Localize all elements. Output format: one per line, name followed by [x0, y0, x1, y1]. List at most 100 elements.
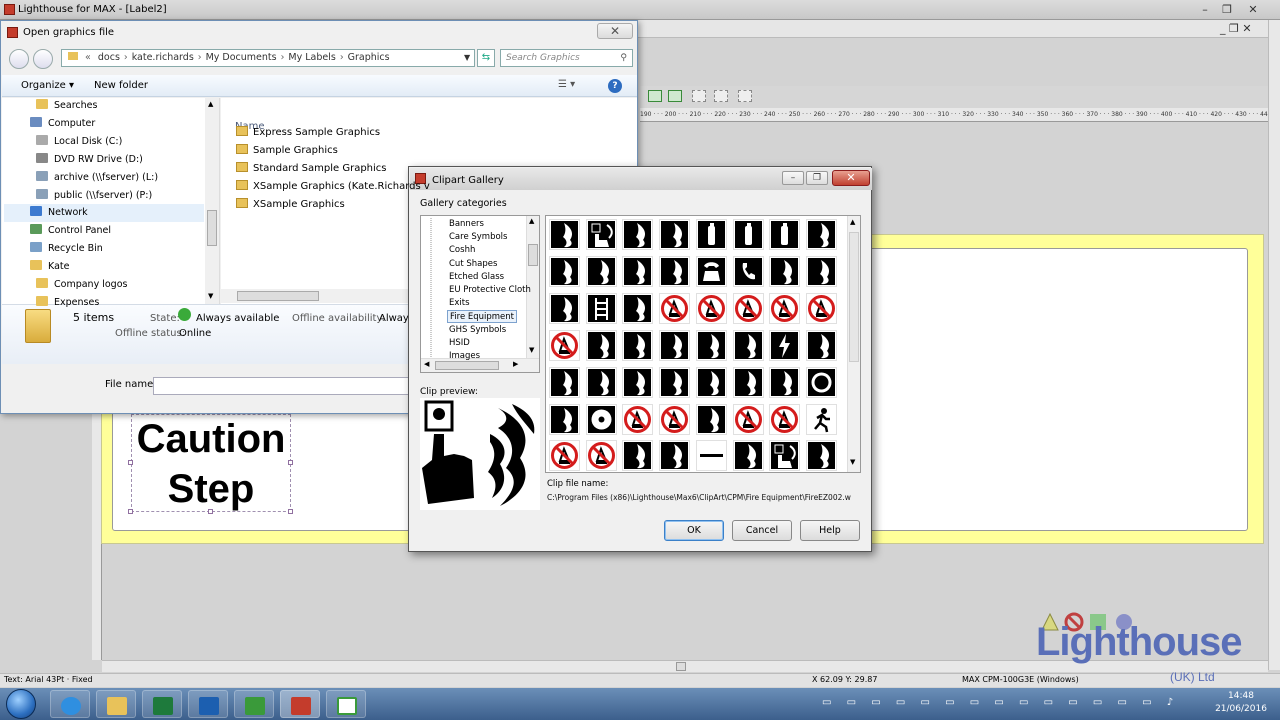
nav-item[interactable]: Local Disk (C:)	[36, 133, 122, 151]
help-icon[interactable]: ?	[608, 79, 622, 93]
resize-handle[interactable]	[288, 509, 293, 514]
extinguisher-icon[interactable]	[769, 219, 801, 250]
category-item[interactable]: EU Protective Cloth	[449, 284, 531, 297]
resize-handle[interactable]	[128, 460, 133, 465]
file-name-input[interactable]	[153, 377, 413, 395]
fire-alarm-burst-icon[interactable]	[769, 255, 801, 287]
file-explorer-icon[interactable]	[96, 690, 136, 718]
internet-explorer-icon[interactable]	[50, 690, 90, 718]
distribute-icon[interactable]	[714, 90, 728, 102]
exit-runner-icon[interactable]	[805, 403, 837, 435]
fire-spark-icon[interactable]	[622, 440, 654, 472]
ungroup-icon[interactable]	[668, 90, 682, 102]
nav-item[interactable]: Expenses	[36, 294, 99, 312]
fire-alarm-flame-icon[interactable]	[622, 219, 654, 250]
hose-nozzle-icon[interactable]	[659, 366, 691, 398]
nav-item[interactable]: Computer	[30, 115, 95, 133]
class-b-icon[interactable]	[622, 329, 654, 361]
file-list-item[interactable]: XSample Graphics (Kate.Richards v	[236, 178, 430, 196]
fireball-icon[interactable]	[659, 440, 691, 472]
flame-icon[interactable]	[549, 219, 580, 250]
outlook-icon[interactable]	[188, 690, 228, 718]
file-list-item[interactable]: Sample Graphics	[236, 142, 338, 160]
alarm-bell-icon[interactable]	[585, 366, 617, 398]
pipe-icon[interactable]	[695, 440, 727, 472]
nav-item[interactable]: Searches	[36, 97, 97, 115]
address-bar[interactable]: « docs › kate.richards › My Documents › My Lab…	[61, 49, 475, 67]
hand-press-icon[interactable]	[769, 440, 801, 472]
no-entry-fire-icon[interactable]	[549, 440, 580, 472]
scroll-down-icon[interactable]: ▼	[208, 292, 213, 300]
sprinkler-icon[interactable]	[549, 366, 580, 398]
telephone-icon[interactable]	[695, 255, 727, 287]
black-disc-icon[interactable]	[805, 366, 837, 398]
navigation-scrollbar[interactable]: ▲ ▼	[205, 98, 219, 304]
breadcrumb-item[interactable]: My Documents	[206, 52, 277, 63]
close-icon[interactable]: ✕	[832, 170, 870, 186]
scroll-up-icon[interactable]: ▲	[529, 217, 534, 225]
close-icon[interactable]: ✕	[597, 23, 633, 39]
flame-icon[interactable]	[622, 292, 654, 324]
fire-point-icon[interactable]	[805, 255, 837, 287]
running-fire-icon[interactable]	[769, 403, 801, 435]
no-smoking-icon[interactable]	[659, 292, 691, 324]
size-icon[interactable]	[738, 90, 752, 102]
resize-handle[interactable]	[128, 509, 133, 514]
minimize-icon[interactable]: –	[1196, 3, 1214, 17]
horn-icon[interactable]	[695, 366, 727, 398]
category-item[interactable]: Images	[449, 350, 480, 363]
camtasia-icon[interactable]	[234, 690, 274, 718]
resize-handle[interactable]	[288, 460, 293, 465]
breadcrumb-item[interactable]: Graphics	[348, 52, 390, 63]
cancel-button[interactable]: Cancel	[732, 520, 792, 541]
extinguisher-icon[interactable]	[732, 219, 764, 250]
new-folder-button[interactable]: New folder	[94, 80, 148, 91]
scroll-thumb[interactable]	[676, 662, 686, 671]
extinguisher-icon[interactable]	[695, 219, 727, 250]
foam-icon[interactable]	[805, 329, 837, 361]
nav-item[interactable]: public (\\fserver) (P:)	[36, 187, 152, 205]
nav-item[interactable]: DVD RW Drive (D:)	[36, 151, 143, 169]
maximize-icon[interactable]: ❐	[1218, 3, 1236, 17]
class-d-icon[interactable]	[695, 329, 727, 361]
no-fire-icon[interactable]	[769, 292, 801, 324]
breadcrumb-item[interactable]: docs	[98, 52, 120, 63]
scroll-thumb[interactable]	[207, 210, 217, 246]
breadcrumb-item[interactable]: My Labels	[288, 52, 335, 63]
no-flame-fire-icon[interactable]	[805, 292, 837, 324]
minimize-icon[interactable]: –	[782, 171, 804, 185]
scroll-thumb[interactable]	[528, 244, 538, 266]
hose-reel-icon[interactable]	[805, 219, 837, 250]
lighthouse-icon[interactable]	[280, 690, 320, 718]
hose-coil-icon[interactable]	[622, 255, 654, 287]
search-input[interactable]: Search Graphics ⚲	[500, 49, 633, 67]
nav-item[interactable]: Kate	[30, 258, 69, 276]
no-sparks-icon[interactable]	[732, 292, 764, 324]
fire-blanket-disc-icon[interactable]	[769, 366, 801, 398]
excel-icon[interactable]	[142, 690, 182, 718]
nav-item[interactable]: Network	[4, 204, 204, 223]
no-running-icon[interactable]	[732, 403, 764, 435]
phone-handset-icon[interactable]	[732, 255, 764, 287]
class-a-icon[interactable]	[585, 329, 617, 361]
group-icon[interactable]	[648, 90, 662, 102]
view-options-icon[interactable]: ☰ ▾	[558, 79, 575, 90]
scroll-thumb[interactable]	[237, 291, 319, 301]
category-item[interactable]: GHS Symbols	[449, 324, 506, 337]
file-list-item[interactable]: XSample Graphics	[236, 196, 345, 214]
nav-item[interactable]: Recycle Bin	[30, 240, 103, 258]
flame-icon[interactable]	[732, 440, 764, 472]
nav-item[interactable]: archive (\\fserver) (L:)	[36, 169, 158, 187]
chevron-down-icon[interactable]: ▼	[464, 50, 470, 66]
mdi-controls[interactable]: _ ❐ ✕	[1220, 22, 1252, 35]
siren-icon[interactable]	[732, 366, 764, 398]
wave-fire-icon[interactable]	[805, 440, 837, 472]
flame-hand-icon[interactable]	[659, 255, 691, 287]
clipart-scrollbar[interactable]: ▲ ▼	[847, 216, 860, 472]
category-item[interactable]: Exits	[449, 297, 470, 310]
vertical-scrollbar[interactable]	[1268, 20, 1280, 670]
scroll-left-icon[interactable]: ◀	[424, 360, 429, 368]
refresh-icon[interactable]: ⇆	[477, 49, 495, 67]
hose-reel-icon[interactable]	[585, 255, 617, 287]
fire-spark-icon[interactable]	[695, 403, 727, 435]
